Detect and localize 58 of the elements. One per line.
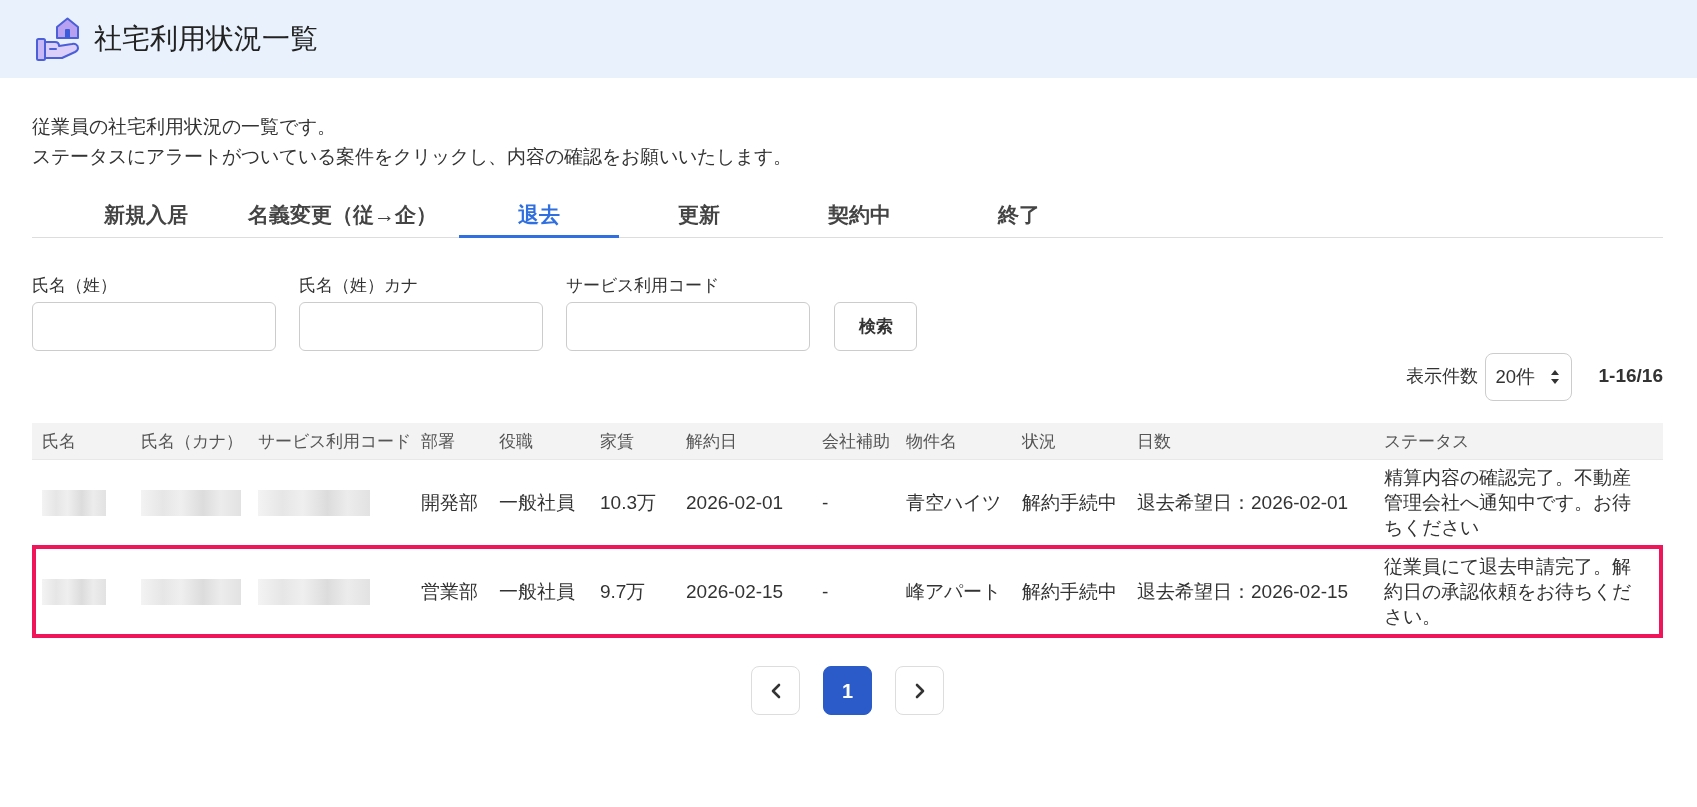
- tab[interactable]: 終了: [939, 194, 1099, 238]
- result-range: 1-16/16: [1598, 364, 1663, 389]
- up-down-caret-icon: [1550, 369, 1559, 384]
- field-label: サービス利用コード: [566, 275, 720, 296]
- column-header: 物件名: [896, 423, 1012, 460]
- column-header: 家賃: [590, 423, 676, 460]
- table-cell-text: 解約手続中: [1021, 580, 1118, 604]
- field-label: 氏名（姓）: [32, 275, 118, 296]
- column-header: ステータス: [1374, 423, 1663, 460]
- tab[interactable]: 新規入居: [66, 194, 226, 238]
- table-cell-text: 退去希望日：2026-02-01: [1136, 491, 1350, 515]
- table-cell-text: 9.7万: [599, 580, 647, 604]
- column-header: 氏名: [32, 423, 131, 460]
- table-cell-text: 精算内容の確認完了。不動産管理会社へ通知中です。お待ちください: [1383, 466, 1632, 540]
- table-cell-text: 10.3万: [599, 491, 657, 515]
- tab[interactable]: 更新: [619, 194, 779, 238]
- column-header: 役職: [489, 423, 590, 460]
- next-page-button[interactable]: [895, 666, 944, 715]
- column-header: 部署: [411, 423, 489, 460]
- page-size-select[interactable]: 20件: [1484, 352, 1572, 401]
- table-cell-text: 解約手続中: [1021, 491, 1118, 515]
- column-header: 会社補助: [812, 423, 896, 460]
- table-cell-text: -: [821, 580, 830, 604]
- chevron-right-icon: [914, 682, 925, 699]
- tab[interactable]: 退去: [459, 194, 619, 238]
- description-text: ステータスにアラートがついている案件をクリックし、内容の確認をお願いいたします。: [32, 145, 793, 169]
- input-field[interactable]: [299, 302, 543, 351]
- table-cell-text: -: [821, 491, 830, 515]
- page-button[interactable]: 1: [823, 666, 872, 715]
- previous-page-button[interactable]: [751, 666, 800, 715]
- column-header: 状況: [1012, 423, 1127, 460]
- tab[interactable]: 名義変更（従→企）: [226, 194, 459, 238]
- table-cell-text: 一般社員: [498, 491, 576, 515]
- column-header: 氏名（カナ）: [131, 423, 248, 460]
- column-header: 日数: [1127, 423, 1374, 460]
- table-cell-text: 2026-02-01: [685, 491, 785, 515]
- input-field[interactable]: [32, 302, 276, 351]
- description-text: 従業員の社宅利用状況の一覧です。: [32, 115, 337, 139]
- table-cell-text: 営業部: [420, 580, 479, 604]
- column-header: サービス利用コード: [248, 423, 411, 460]
- table-cell-text: 峰アパート: [905, 580, 1002, 604]
- table-cell-text: 開発部: [420, 491, 479, 515]
- tab[interactable]: 契約中: [779, 194, 939, 238]
- chevron-left-icon: [770, 682, 781, 699]
- input-field[interactable]: [566, 302, 810, 351]
- table-cell-text: 一般社員: [498, 580, 576, 604]
- page-size-label: 表示件数: [1405, 365, 1478, 388]
- table-cell-text: 2026-02-15: [685, 580, 785, 604]
- page-title: 社宅利用状況一覧: [94, 22, 318, 56]
- table-cell-text: 青空ハイツ: [905, 491, 1002, 515]
- table-row[interactable]: 営業部 一般社員 9.7万 2026-02-15 - 峰アパート 解約手続中 退去希望日：2026-02-15 従業員にて退去申請完了。解約日の承認依頼をお待ちください。: [32, 545, 1663, 638]
- table-cell-text: 従業員にて退去申請完了。解約日の承認依頼をお待ちください。: [1383, 555, 1632, 629]
- field-label: 氏名（姓）カナ: [299, 275, 419, 296]
- search-button[interactable]: 検索: [834, 302, 917, 351]
- hand-house-icon: [36, 17, 80, 61]
- table-cell-text: 退去希望日：2026-02-15: [1136, 580, 1350, 604]
- column-header: 解約日: [676, 423, 812, 460]
- table-row[interactable]: 開発部 一般社員 10.3万 2026-02-01 - 青空ハイツ 解約手続中 退去希望日：2026-02-01 精算内容の確認完了。不動産管理会社へ通知中です。お待ちください: [32, 460, 1663, 545]
